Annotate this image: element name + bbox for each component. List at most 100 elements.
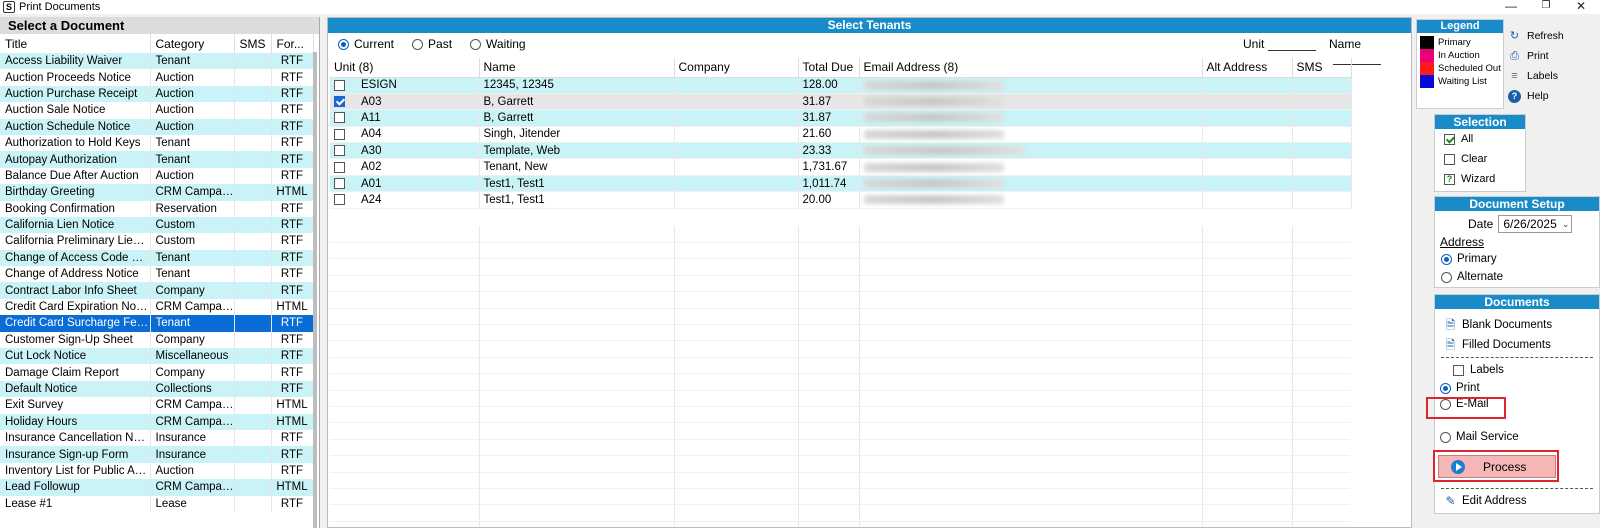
document-row[interactable]: Exit Survey CRM Campai... HTML xyxy=(0,397,314,414)
document-row[interactable]: Inventory List for Public Auct... Auction… xyxy=(0,462,314,480)
tenant-row[interactable]: A30 Template, Web 23.33 xyxy=(330,142,1352,160)
document-row[interactable]: Auction Proceeds Notice Auction RTF xyxy=(0,69,314,86)
tenant-unit-label: A04 xyxy=(361,128,382,141)
document-row[interactable]: California Lien Notice Custom RTF xyxy=(0,216,314,234)
tenant-row[interactable]: A01 Test1, Test1 1,011.74 xyxy=(330,175,1352,193)
minimize-button[interactable]: — xyxy=(1500,0,1522,14)
column-header-category[interactable]: Category xyxy=(150,34,235,53)
document-row[interactable]: Auction Schedule Notice Auction RTF xyxy=(0,118,314,135)
tenant-checkbox[interactable] xyxy=(334,178,345,189)
column-header-sms[interactable]: SMS xyxy=(234,34,272,53)
document-row[interactable]: Lead Followup CRM Campai... HTML xyxy=(0,479,314,496)
document-row[interactable]: Autopay Authorization Tenant RTF xyxy=(0,151,314,168)
wizard-checkbox[interactable]: ? Wizard xyxy=(1435,169,1525,189)
document-row[interactable]: Change of Address Notice Tenant RTF xyxy=(0,266,314,283)
document-row[interactable]: Holiday Hours CRM Campai... HTML xyxy=(0,413,314,430)
unit-filter-input[interactable] xyxy=(1268,37,1317,51)
labels-checkbox[interactable]: Labels xyxy=(1435,360,1599,380)
tenant-checkbox[interactable] xyxy=(334,161,345,173)
edit-address-button[interactable]: ✎ Edit Address xyxy=(1435,491,1599,511)
document-row[interactable]: Customer Sign-Up Sheet Company RTF xyxy=(0,331,314,349)
tenant-row[interactable]: A11 B, Garrett 31.87 xyxy=(330,109,1352,127)
document-format-cell: RTF xyxy=(271,282,314,299)
address-alternate-radio[interactable]: Alternate xyxy=(1435,268,1581,286)
tenant-panel: Select Tenants Current Past Waiting Unit… xyxy=(327,17,1412,528)
document-title-cell: Autopay Authorization xyxy=(0,151,151,168)
document-category-cell: Auction xyxy=(150,102,235,119)
address-primary-radio[interactable]: Primary xyxy=(1435,250,1581,268)
document-row[interactable]: Damage Claim Report Company RTF xyxy=(0,364,314,381)
name-filter-label: Name xyxy=(1329,37,1362,51)
labels-button[interactable]: ≡ Labels xyxy=(1508,66,1598,86)
column-header-company[interactable]: Company xyxy=(674,58,799,78)
document-format-cell: RTF xyxy=(271,200,314,217)
document-format-cell: HTML xyxy=(271,479,314,496)
document-row[interactable]: Authorization to Hold Keys Tenant RTF xyxy=(0,134,314,152)
print-option-label: Print xyxy=(1456,382,1480,394)
tenant-row[interactable]: A02 Tenant, New 1,731.67 xyxy=(330,158,1352,176)
empty-checkbox-icon xyxy=(1453,364,1464,376)
document-row[interactable]: Access Liability Waiver Tenant RTF xyxy=(0,53,314,70)
refresh-button[interactable]: ↻ Refresh xyxy=(1508,26,1598,46)
column-header-title[interactable]: Title xyxy=(0,34,151,53)
radio-current[interactable]: Current xyxy=(338,37,394,51)
document-row[interactable]: Insurance Cancellation Noti... Insurance R… xyxy=(0,429,314,447)
column-header-format[interactable]: For... xyxy=(271,34,314,53)
restore-button[interactable]: ❐ xyxy=(1535,0,1557,14)
document-row[interactable]: Insurance Sign-up Form Insurance RTF xyxy=(0,446,314,463)
document-title-cell: Exit Survey xyxy=(0,397,151,414)
filled-documents-button[interactable]: 🗎 Filled Documents xyxy=(1435,335,1599,355)
tenant-checkbox[interactable] xyxy=(334,112,345,124)
clear-selection-checkbox[interactable]: Clear xyxy=(1435,149,1525,169)
tenant-checkbox[interactable] xyxy=(334,145,345,157)
column-header-alt-address[interactable]: Alt Address xyxy=(1202,58,1293,78)
tenant-checkbox[interactable] xyxy=(334,79,345,91)
document-row[interactable]: Auction Sale Notice Auction RTF xyxy=(0,102,314,119)
document-category-cell: Auction xyxy=(150,462,235,480)
document-row[interactable]: Balance Due After Auction Auction RTF xyxy=(0,167,314,185)
radio-waiting[interactable]: Waiting xyxy=(470,37,526,51)
column-header-total-due[interactable]: Total Due xyxy=(798,58,860,78)
legend-swatch xyxy=(1420,75,1434,88)
document-row[interactable]: Cut Lock Notice Miscellaneous RTF xyxy=(0,348,314,365)
document-row[interactable]: Credit Card Surcharge Fee ... Tenant RTF xyxy=(0,315,314,332)
print-radio[interactable]: Print xyxy=(1435,380,1581,396)
document-row[interactable]: Birthday Greeting CRM Campai... HTML xyxy=(0,184,314,201)
document-sms-cell xyxy=(234,151,272,168)
document-row[interactable]: Auction Purchase Receipt Auction RTF xyxy=(0,85,314,103)
document-row[interactable]: Credit Card Expiration Notice CRM Campai.… xyxy=(0,298,314,316)
document-list-scrollbar[interactable] xyxy=(313,52,317,528)
column-header-unit[interactable]: Unit (8) xyxy=(330,58,480,78)
close-button[interactable]: ✕ xyxy=(1570,0,1592,14)
document-sms-cell xyxy=(234,102,272,119)
document-title-cell: Balance Due After Auction xyxy=(0,167,151,185)
tenant-row[interactable]: A04 Singh, Jitender 21.60 xyxy=(330,126,1352,144)
document-row[interactable]: Lease #1 Lease RTF xyxy=(0,495,314,512)
app-icon: S xyxy=(3,1,15,13)
document-row[interactable]: Contract Labor Info Sheet Company RTF xyxy=(0,282,314,299)
legend-swatch xyxy=(1420,49,1434,62)
print-button[interactable]: ⎙ Print xyxy=(1508,46,1598,66)
document-row[interactable]: Change of Access Code No... Tenant RTF xyxy=(0,249,314,267)
blank-documents-button[interactable]: 🗎 Blank Documents xyxy=(1435,315,1599,335)
document-row[interactable]: Booking Confirmation Reservation RTF xyxy=(0,200,314,217)
column-header-email[interactable]: Email Address (8) xyxy=(859,58,1203,78)
radio-past[interactable]: Past xyxy=(412,37,452,51)
column-header-name[interactable]: Name xyxy=(479,58,675,78)
tenant-row[interactable]: ESIGN 12345, 12345 128.00 xyxy=(330,77,1352,94)
radio-waiting-label: Waiting xyxy=(486,37,526,51)
tenant-checkbox[interactable] xyxy=(334,96,345,108)
help-button[interactable]: ? Help xyxy=(1508,86,1598,106)
select-all-checkbox[interactable]: All xyxy=(1435,129,1525,149)
document-title-cell: Lease #1 xyxy=(0,495,151,512)
tenant-row[interactable]: A03 B, Garrett 31.87 xyxy=(330,93,1352,111)
document-row[interactable]: Default Notice Collections RTF xyxy=(0,380,314,398)
mail-service-radio[interactable]: Mail Service xyxy=(1435,428,1581,446)
tenant-checkbox[interactable] xyxy=(334,128,345,140)
tenant-checkbox[interactable] xyxy=(334,194,345,206)
date-picker[interactable]: 6/26/2025 ⌄ xyxy=(1498,215,1573,233)
document-category-cell: Tenant xyxy=(150,315,235,332)
column-header-sms[interactable]: SMS xyxy=(1292,58,1352,78)
tenant-row[interactable]: A24 Test1, Test1 20.00 xyxy=(330,191,1352,209)
document-row[interactable]: California Preliminary Lien ... Custom RTF xyxy=(0,233,314,250)
